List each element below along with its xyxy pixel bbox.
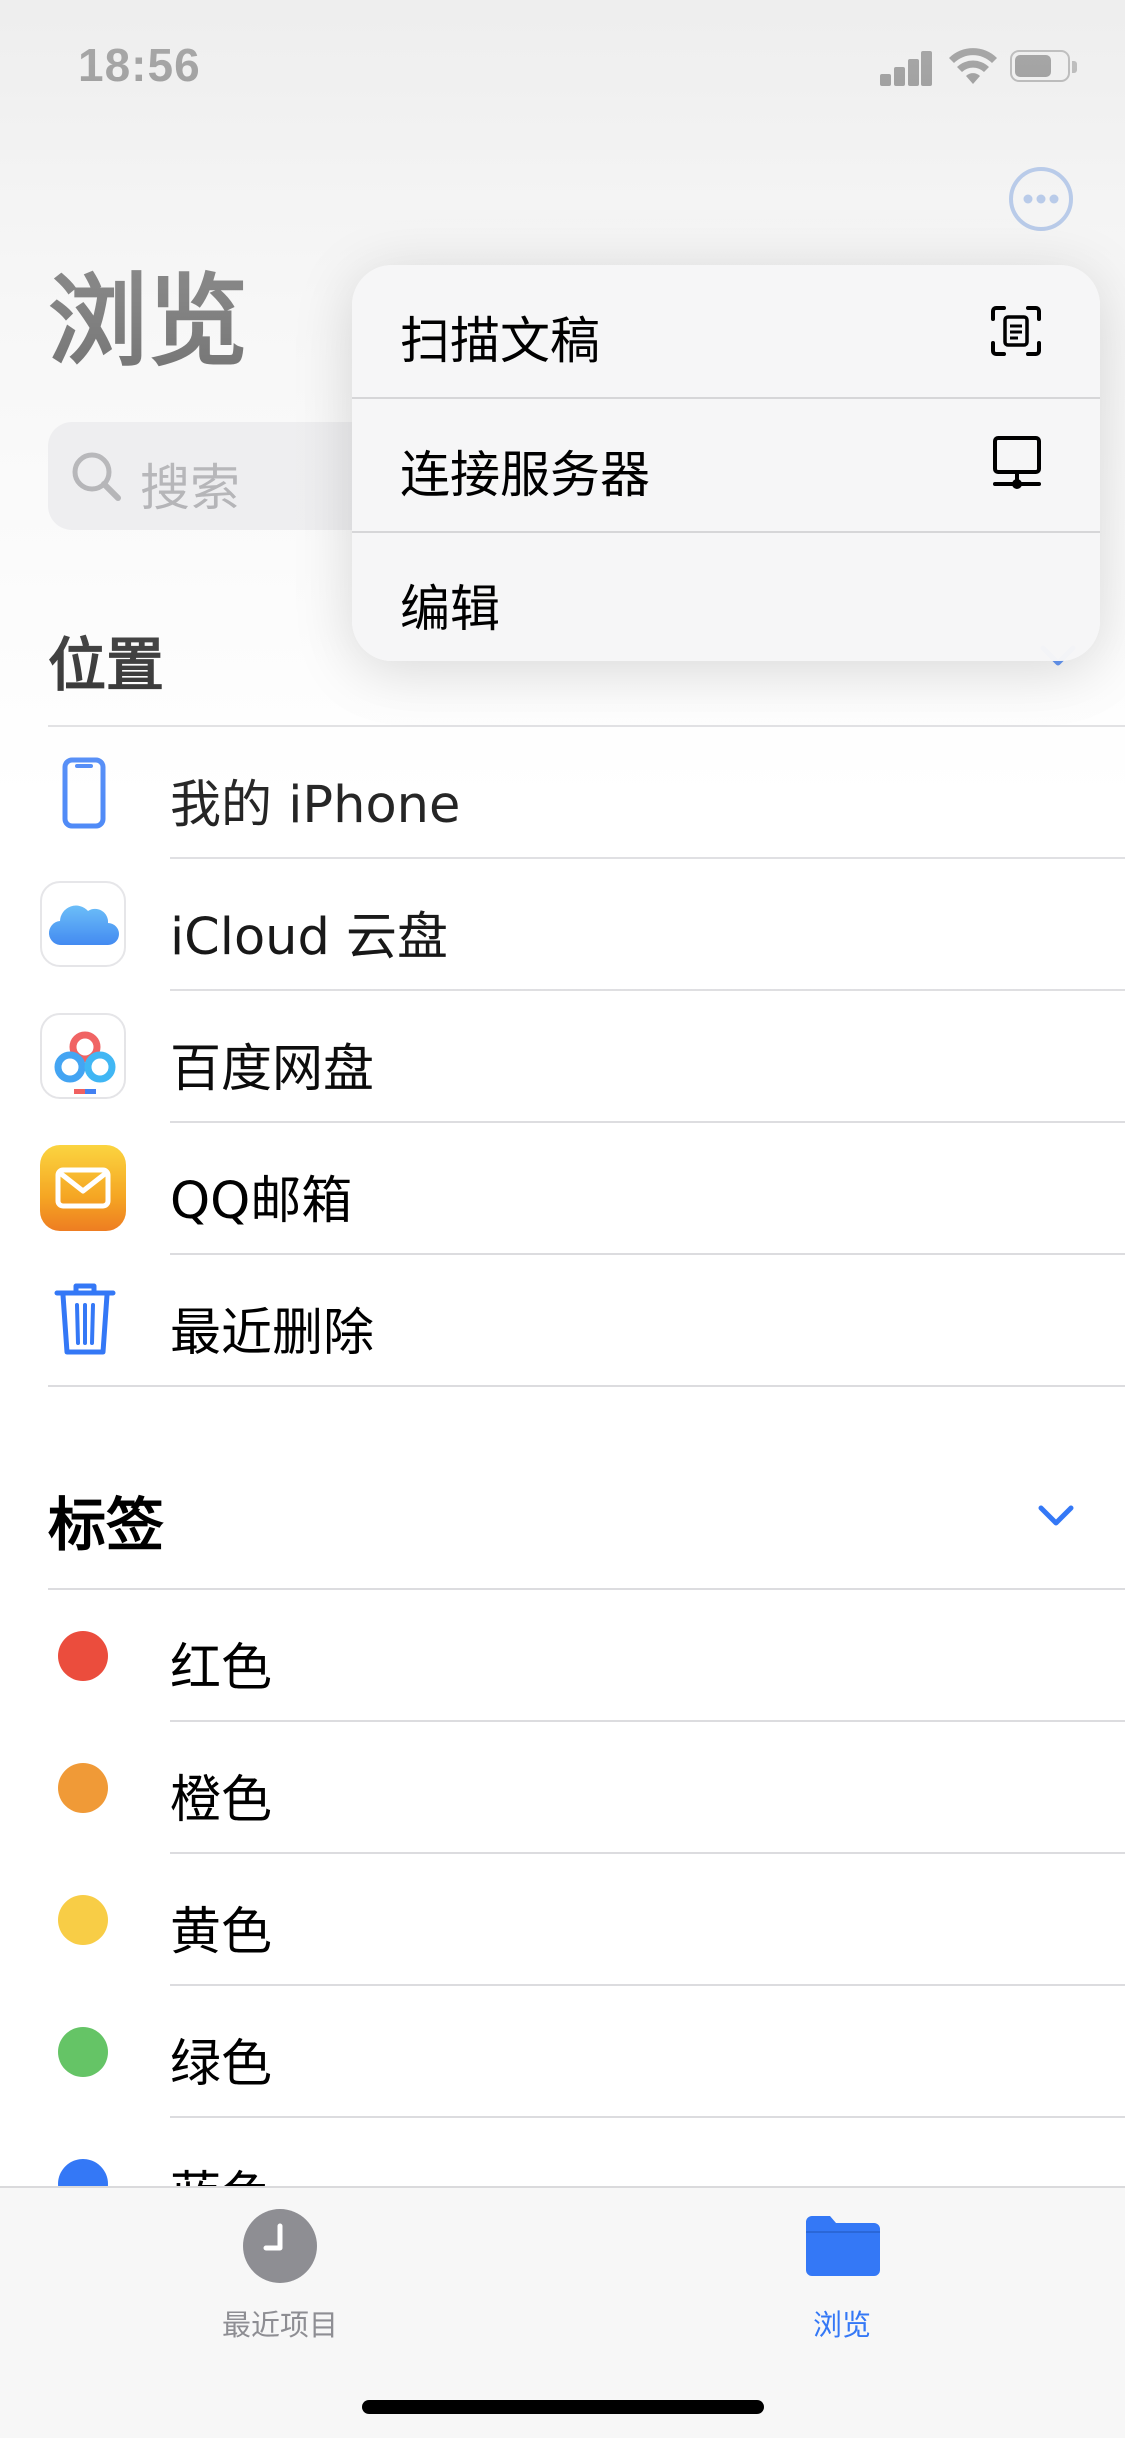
tag-row-orange[interactable]: 橙色	[0, 1722, 1125, 1852]
location-row-icloud[interactable]: iCloud 云盘	[0, 859, 1125, 989]
location-label: 最近删除	[170, 1304, 375, 1363]
location-label: iCloud 云盘	[170, 908, 449, 967]
icloud-icon	[40, 881, 126, 967]
location-row-qq-mail[interactable]: QQ邮箱	[0, 1123, 1125, 1253]
context-menu: 扫描文稿 连接服务器 编辑	[352, 265, 1100, 661]
status-time: 18:56	[78, 39, 201, 91]
qq-mail-icon	[40, 1145, 126, 1231]
location-label: 我的 iPhone	[170, 776, 461, 835]
section-title-tags[interactable]: 标签	[48, 1478, 164, 1562]
tag-row-green[interactable]: 绿色	[0, 1986, 1125, 2116]
location-label: 百度网盘	[170, 1040, 375, 1099]
wifi-icon	[949, 48, 997, 84]
tag-row-red[interactable]: 红色	[0, 1590, 1125, 1720]
tag-color-dot	[58, 1895, 108, 1945]
doc-viewfinder-icon	[991, 306, 1041, 356]
menu-item-scan-documents[interactable]: 扫描文稿	[352, 265, 1100, 397]
menu-item-connect-server[interactable]: 连接服务器	[352, 399, 1100, 531]
tag-color-dot	[58, 1631, 108, 1681]
clock-icon	[243, 2209, 317, 2283]
server-icon	[993, 436, 1041, 489]
menu-item-edit[interactable]: 编辑	[352, 533, 1100, 661]
location-row-baidu-netdisk[interactable]: 百度网盘	[0, 991, 1125, 1121]
tag-label: 绿色	[170, 2035, 273, 2094]
tag-label: 黄色	[170, 1903, 273, 1962]
search-icon	[72, 452, 121, 501]
chevron-down-icon[interactable]	[1038, 1505, 1074, 1527]
location-label: QQ邮箱	[170, 1172, 353, 1231]
divider	[48, 1385, 1125, 1387]
battery-icon	[1010, 50, 1078, 84]
tag-row-yellow[interactable]: 黄色	[0, 1854, 1125, 1984]
tag-label: 红色	[170, 1639, 273, 1698]
home-indicator	[362, 2400, 764, 2414]
iphone-icon	[62, 757, 106, 829]
search-placeholder: 搜索	[140, 459, 240, 517]
ellipsis-circle-icon[interactable]	[1008, 166, 1074, 232]
tag-color-dot	[58, 1763, 108, 1813]
tab-browse[interactable]: 浏览	[722, 2208, 962, 2358]
folder-icon	[806, 2216, 880, 2276]
baidu-netdisk-icon	[40, 1013, 126, 1099]
menu-item-label: 扫描文稿	[400, 312, 600, 370]
location-row-recently-deleted[interactable]: 最近删除	[0, 1255, 1125, 1385]
section-title-locations[interactable]: 位置	[48, 618, 164, 702]
location-row-my-iphone[interactable]: 我的 iPhone	[0, 727, 1125, 857]
trash-icon	[54, 1283, 116, 1355]
tag-color-dot	[58, 2027, 108, 2077]
menu-item-label: 连接服务器	[400, 446, 650, 504]
menu-item-label: 编辑	[400, 580, 500, 638]
tab-label: 最近项目	[221, 2308, 338, 2342]
page-title: 浏览	[48, 263, 248, 380]
tab-label: 浏览	[812, 2308, 871, 2342]
cellular-signal-icon	[880, 50, 932, 86]
tab-recents[interactable]: 最近项目	[160, 2208, 400, 2358]
tag-label: 橙色	[170, 1771, 273, 1830]
